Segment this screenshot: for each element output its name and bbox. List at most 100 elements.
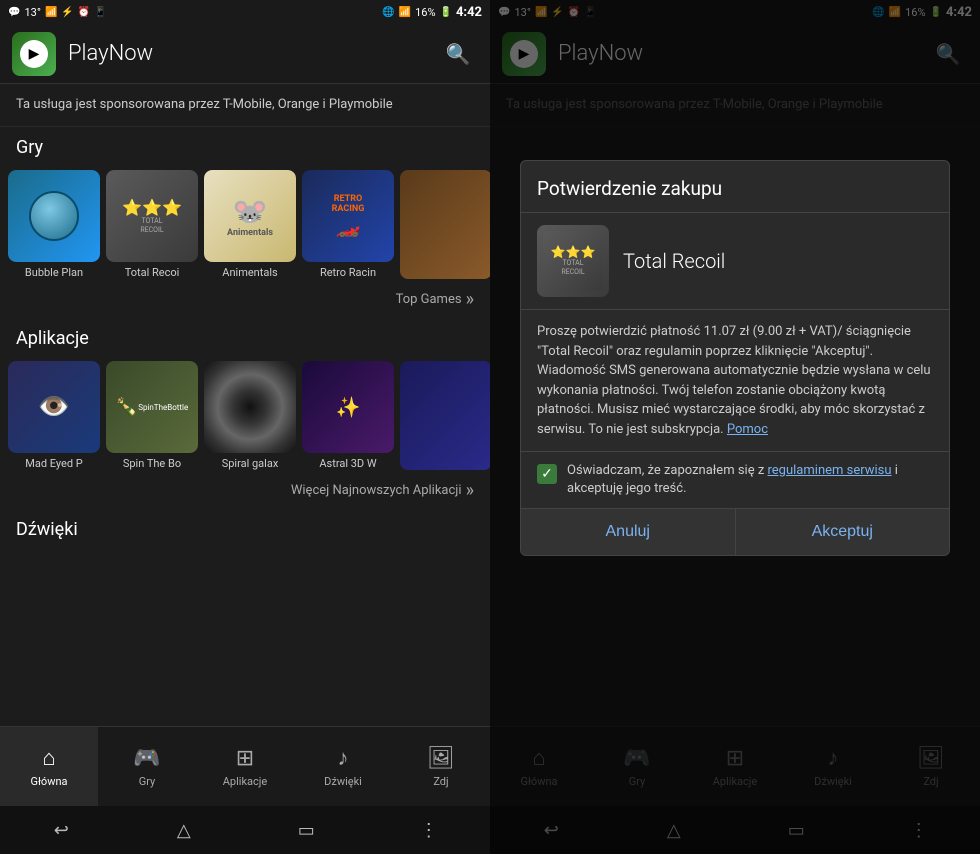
cancel-button[interactable]: Anuluj xyxy=(521,509,736,555)
game-item-crush[interactable]: Crush xyxy=(400,170,490,279)
app-thumb-astral-3d: ✨ xyxy=(302,361,394,453)
play-icon: ▶ xyxy=(20,40,48,68)
sponsor-text: Ta usługa jest sponsorowana przez T-Mobi… xyxy=(0,84,490,127)
app-item-astral-3d[interactable]: ✨ Astral 3D W xyxy=(302,361,394,470)
temp-icon: 💬 xyxy=(8,7,20,18)
home-icon: ⌂ xyxy=(42,745,55,771)
app-thumb-astral2 xyxy=(400,361,490,470)
nav-item-apps[interactable]: ⊞ Aplikacje xyxy=(196,727,294,806)
signal-icon: 📶 xyxy=(399,7,411,18)
modal-title: Potwierdzenie zakupu xyxy=(521,161,949,213)
app-thumb-spiral xyxy=(204,361,296,453)
games-see-more-text: Top Games xyxy=(396,292,462,307)
usb-icon: ⚡ xyxy=(61,7,73,18)
games-see-more-arrow: » xyxy=(466,289,474,310)
games-see-more-row[interactable]: Top Games » xyxy=(0,285,490,318)
modal-checkbox[interactable]: ✓ xyxy=(537,464,557,484)
games-row: Bubble Plan ⭐⭐⭐ TOTALRECOIL Total Recoi … xyxy=(0,164,490,285)
clock: 4:42 xyxy=(456,5,482,20)
game-thumb-animentals: 🐭 Animentals xyxy=(204,170,296,262)
nav-label-home: Główna xyxy=(30,775,67,788)
recents-button[interactable]: ▭ xyxy=(286,810,326,850)
game-thumb-bubble-planet xyxy=(8,170,100,262)
modal-product-thumb: ⭐⭐⭐ TOTALRECOIL xyxy=(537,225,609,297)
music-icon: ♪ xyxy=(338,745,349,771)
nav-item-home[interactable]: ⌂ Główna xyxy=(0,727,98,806)
app-thumb-mad-eyed: 👁️ xyxy=(8,361,100,453)
accept-button[interactable]: Akceptuj xyxy=(736,509,950,555)
left-panel: 💬 13° 📶 ⚡ ⏰ 📱 🌐 📶 16% 🔋 4:42 ▶ PlayNow 🔍… xyxy=(0,0,490,854)
app-item-mad-eyed[interactable]: 👁️ Mad Eyed P xyxy=(8,361,100,470)
nav-label-sounds: Dźwięki xyxy=(324,775,362,788)
nav-item-games[interactable]: 🎮 Gry xyxy=(98,727,196,806)
modal-reg-link[interactable]: regulaminem serwisu xyxy=(768,463,892,478)
game-thumb-retro-racing: RetroRacing 🏎️ xyxy=(302,170,394,262)
battery-pct: 16% xyxy=(415,6,435,19)
photo-icon: 🖼 xyxy=(427,746,455,771)
game-thumb-crush xyxy=(400,170,490,279)
game-label-3: Retro Racin xyxy=(302,266,394,279)
apps-see-more-arrow: » xyxy=(466,480,474,501)
apps-icon: ⊞ xyxy=(236,746,254,771)
search-button[interactable]: 🔍 xyxy=(438,34,478,74)
temperature: 13° xyxy=(24,6,40,19)
apps-see-more-row[interactable]: Więcej Najnowszych Aplikacji » xyxy=(0,476,490,509)
apps-section-title: Aplikacje xyxy=(0,318,490,355)
game-item-total-recoil[interactable]: ⭐⭐⭐ TOTALRECOIL Total Recoi xyxy=(106,170,198,279)
gamepad-icon: 🎮 xyxy=(133,746,160,771)
game-item-retro-racing[interactable]: RetroRacing 🏎️ Retro Racin xyxy=(302,170,394,279)
bottom-nav: ⌂ Główna 🎮 Gry ⊞ Aplikacje ♪ Dźwięki 🖼 Z… xyxy=(0,726,490,806)
status-bar: 💬 13° 📶 ⚡ ⏰ 📱 🌐 📶 16% 🔋 4:42 xyxy=(0,0,490,24)
game-item-bubble-planet[interactable]: Bubble Plan xyxy=(8,170,100,279)
modal-checkbox-text: Oświadczam, że zapoznałem się z regulami… xyxy=(567,462,933,498)
modal-buttons: Anuluj Akceptuj xyxy=(521,509,949,555)
app-label-2: Spiral galax xyxy=(204,457,296,470)
game-label-1: Total Recoi xyxy=(106,266,198,279)
app-header: ▶ PlayNow 🔍 xyxy=(0,24,490,84)
status-left: 💬 13° 📶 ⚡ ⏰ 📱 xyxy=(8,6,107,19)
battery-icon: 🔋 xyxy=(440,7,452,18)
modal-product-name: Total Recoil xyxy=(623,249,725,273)
main-content: Ta usługa jest sponsorowana przez T-Mobi… xyxy=(0,84,490,726)
game-item-animentals[interactable]: 🐭 Animentals Animentals xyxy=(204,170,296,279)
modal-help-link[interactable]: Pomoc xyxy=(727,422,768,437)
games-section-title: Gry xyxy=(0,127,490,164)
app-item-spin-bottle[interactable]: 🍾 SpinTheBottle Spin The Bo xyxy=(106,361,198,470)
apps-row: 👁️ Mad Eyed P 🍾 SpinTheBottle Spin The B… xyxy=(0,355,490,476)
status-right: 🌐 📶 16% 🔋 4:42 xyxy=(382,5,482,20)
nav-item-photos[interactable]: 🖼 Zdj xyxy=(392,727,490,806)
apps-see-more-text: Więcej Najnowszych Aplikacji xyxy=(291,483,462,498)
game-label-0: Bubble Plan xyxy=(8,266,100,279)
menu-button[interactable]: ⋮ xyxy=(409,810,449,850)
nav-label-games: Gry xyxy=(139,775,156,788)
app-label-0: Mad Eyed P xyxy=(8,457,100,470)
game-thumb-total-recoil: ⭐⭐⭐ TOTALRECOIL xyxy=(106,170,198,262)
nav-label-photos: Zdj xyxy=(433,775,448,788)
modal-body-text: Proszę potwierdzić płatność 11.07 zł (9.… xyxy=(521,310,949,452)
phone-icon: 📱 xyxy=(94,7,106,18)
nav-item-sounds[interactable]: ♪ Dźwięki xyxy=(294,727,392,806)
app-item-astral2[interactable]: Astra xyxy=(400,361,490,470)
app-item-spiral[interactable]: Spiral galax xyxy=(204,361,296,470)
app-logo: ▶ xyxy=(12,32,56,76)
purchase-modal: Potwierdzenie zakupu ⭐⭐⭐ TOTALRECOIL Tot… xyxy=(520,160,950,556)
back-button[interactable]: ↩ xyxy=(41,810,81,850)
system-nav-left: ↩ △ ▭ ⋮ xyxy=(0,806,490,854)
alarm-icon: ⏰ xyxy=(78,7,90,18)
app-thumb-spin-bottle: 🍾 SpinTheBottle xyxy=(106,361,198,453)
rss-icon: 📶 xyxy=(45,7,57,18)
modal-checkbox-row: ✓ Oświadczam, że zapoznałem się z regula… xyxy=(521,452,949,509)
game-label-2: Animentals xyxy=(204,266,296,279)
game-label-4: Crush xyxy=(400,283,490,285)
app-label-1: Spin The Bo xyxy=(106,457,198,470)
home-button[interactable]: △ xyxy=(164,810,204,850)
right-panel: 💬 13° 📶 ⚡ ⏰ 📱 🌐 📶 16% 🔋 4:42 ▶ PlayNow 🔍… xyxy=(490,0,980,854)
app-label-3: Astral 3D W xyxy=(302,457,394,470)
app-title: PlayNow xyxy=(68,41,438,66)
modal-product-row: ⭐⭐⭐ TOTALRECOIL Total Recoil xyxy=(521,213,949,310)
app-label-4: Astra xyxy=(400,474,490,476)
modal-overlay: Potwierdzenie zakupu ⭐⭐⭐ TOTALRECOIL Tot… xyxy=(490,0,980,854)
nav-label-apps: Aplikacje xyxy=(223,775,267,788)
wifi-icon: 🌐 xyxy=(382,7,394,18)
sounds-section-title: Dźwięki xyxy=(0,509,490,546)
